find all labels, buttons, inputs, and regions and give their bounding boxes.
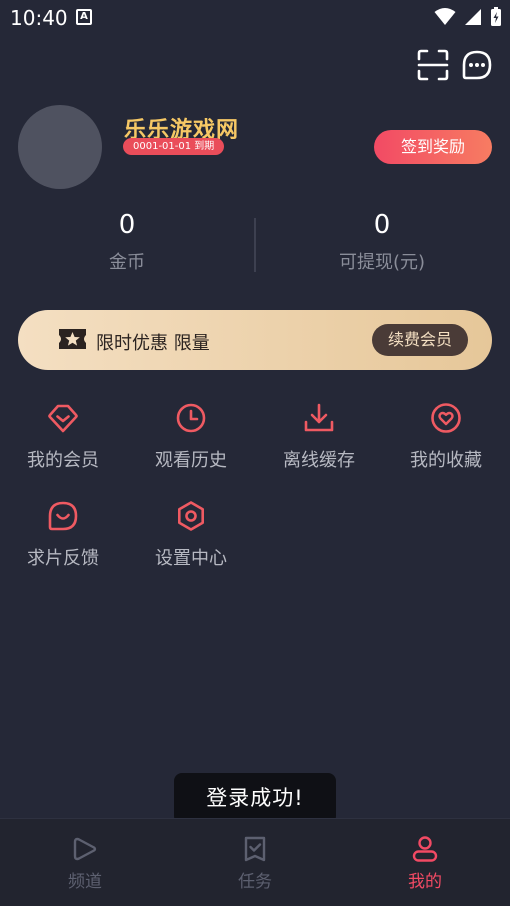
stat-divider <box>254 218 256 272</box>
coins-value: 0 <box>118 210 136 240</box>
stat-withdrawable[interactable]: 0 可提现(元) <box>302 210 462 274</box>
diamond-icon <box>48 404 78 433</box>
stat-coins[interactable]: 0 金币 <box>47 210 207 274</box>
nav-label: 频道 <box>68 872 102 892</box>
checkin-reward-button[interactable]: 签到奖励 <box>374 130 492 164</box>
withdrawable-value: 0 <box>373 210 391 240</box>
vip-expire-badge: 0001-01-01 到期 <box>123 138 225 155</box>
renew-vip-button[interactable]: 续费会员 <box>372 324 468 356</box>
bottom-nav: 频道 任务 我的 <box>0 818 510 906</box>
grid-label: 我的会员 <box>27 450 99 471</box>
user-icon <box>412 836 438 862</box>
signal-icon <box>465 9 481 25</box>
status-bar: 10:40 A <box>0 0 510 36</box>
grid-item-my-favorites[interactable]: 我的收藏 <box>386 402 506 472</box>
task-icon <box>244 836 266 862</box>
login-success-toast: 登录成功! <box>174 773 336 824</box>
play-icon <box>73 837 97 861</box>
download-icon <box>304 403 334 432</box>
nav-tab-tasks[interactable]: 任务 <box>205 835 305 892</box>
grid-item-my-vip[interactable]: 我的会员 <box>3 402 123 472</box>
grid-item-watch-history[interactable]: 观看历史 <box>131 402 251 472</box>
grid-item-offline-cache[interactable]: 离线缓存 <box>259 402 379 472</box>
message-icon[interactable] <box>461 48 493 82</box>
nav-label: 任务 <box>238 872 272 892</box>
grid-label: 离线缓存 <box>283 450 355 471</box>
grid-label: 观看历史 <box>155 450 227 471</box>
wifi-icon <box>434 8 456 25</box>
grid-label: 设置中心 <box>155 548 227 569</box>
clock-icon <box>176 403 206 433</box>
vip-promo-text: 限时优惠 限量 <box>96 333 210 354</box>
coins-label: 金币 <box>109 252 145 273</box>
settings-icon <box>178 501 204 531</box>
withdrawable-label: 可提现(元) <box>338 252 426 273</box>
grid-item-settings[interactable]: 设置中心 <box>131 500 251 570</box>
ticket-star-icon <box>59 329 86 349</box>
avatar[interactable] <box>18 105 102 189</box>
status-time: 10:40 <box>10 6 68 30</box>
status-icons <box>434 7 502 27</box>
heart-icon <box>431 403 461 433</box>
grid-item-request-feedback[interactable]: 求片反馈 <box>3 500 123 570</box>
grid-label: 求片反馈 <box>27 548 99 569</box>
chat-smile-icon <box>48 501 78 531</box>
battery-icon <box>491 7 501 26</box>
nav-tab-mine[interactable]: 我的 <box>375 835 475 892</box>
accessibility-notification-icon: A <box>76 9 92 25</box>
grid-label: 我的收藏 <box>410 450 482 471</box>
nav-label: 我的 <box>408 872 442 892</box>
vip-promo-banner[interactable]: 限时优惠 限量 续费会员 <box>18 310 492 370</box>
scan-icon[interactable] <box>416 48 450 82</box>
nav-tab-channel[interactable]: 频道 <box>35 835 135 892</box>
